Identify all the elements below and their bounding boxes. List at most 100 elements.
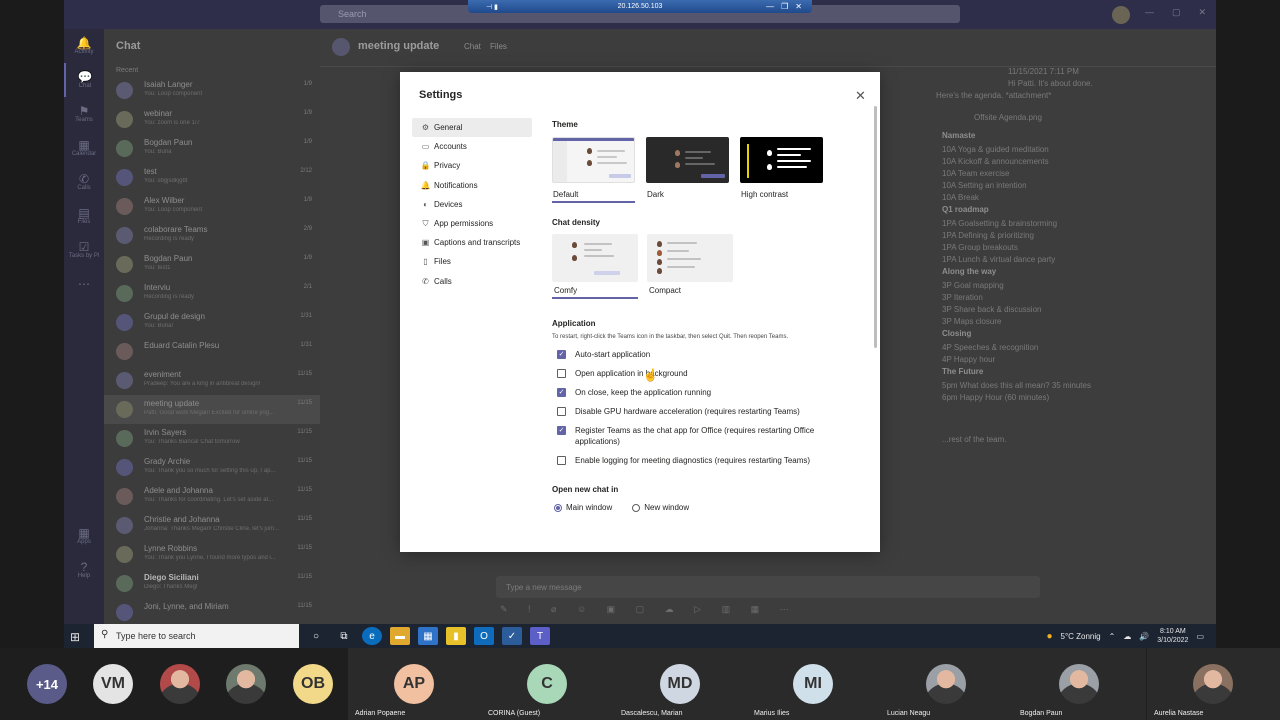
checkbox-checked[interactable]: ✓ — [557, 388, 566, 397]
tab-files[interactable]: Files — [490, 42, 507, 51]
sticky-notes-icon[interactable]: ▮ — [446, 627, 466, 645]
chat-list-item[interactable]: Eduard Catalin Plesu 1/31 — [104, 337, 320, 366]
chat-list-item[interactable]: Bogdan Paun You: Buna 1/9 — [104, 134, 320, 163]
chat-list-item[interactable]: webinar You: zoom is one 1/7 1/9 — [104, 105, 320, 134]
participant-tile[interactable]: MI Marius Ilies — [747, 648, 880, 720]
rail-item[interactable]: ✆ Calls — [64, 165, 104, 199]
chat-list-item[interactable]: Lynne Robbins You: Thank you Lynne, I fou… — [104, 540, 320, 569]
participant-avatar[interactable]: OB — [293, 664, 333, 704]
checkbox[interactable] — [557, 456, 566, 465]
settings-nav-item[interactable]: ▣ Captions and transcripts — [412, 233, 532, 252]
radio-main-window[interactable]: Main window — [552, 503, 612, 512]
theme-option-dark[interactable]: Dark — [646, 137, 729, 203]
participant-tile[interactable]: Aurelia Nastase — [1147, 648, 1280, 720]
taskbar-search-input[interactable]: ⚲ Type here to search — [94, 624, 299, 648]
participant-tile[interactable]: MD Dascalescu, Marian — [614, 648, 747, 720]
rail-item[interactable]: ? Help — [64, 553, 104, 587]
chat-list-item[interactable]: Christie and Johanna Johanna: Thanks Mega… — [104, 511, 320, 540]
radio-new-window[interactable]: New window — [630, 503, 689, 512]
density-option-comfy[interactable]: Comfy — [552, 234, 638, 299]
application-option[interactable]: Open application in background — [552, 369, 852, 379]
volume-icon[interactable]: 🔊 — [1139, 632, 1149, 641]
participant-tile[interactable]: AP Adrian Popaene — [348, 648, 481, 720]
minimize-icon[interactable]: — — [1145, 7, 1154, 18]
settings-nav-item[interactable]: 🔔 Notifications — [412, 176, 532, 195]
rdp-minimize-icon[interactable]: — — [766, 2, 774, 11]
application-option[interactable]: ✓ Register Teams as the chat app for Offi… — [552, 426, 852, 447]
chat-list-item[interactable]: Isaiah Langer You: Loop component 1/9 — [104, 76, 320, 105]
edge-icon[interactable]: e — [362, 627, 382, 645]
notifications-icon[interactable]: ▭ — [1196, 632, 1204, 641]
rail-item[interactable]: ▦ Calendar — [64, 131, 104, 165]
task-view-icon[interactable]: ⧉ — [334, 627, 354, 645]
chat-list-item[interactable]: Alex Wilber You: Loop component 1/9 — [104, 192, 320, 221]
checkbox[interactable] — [557, 407, 566, 416]
teams-icon[interactable]: T — [530, 627, 550, 645]
settings-nav-item[interactable]: ⚙ General — [412, 118, 532, 138]
pin-icon[interactable]: ⊣ ▮ — [486, 3, 498, 11]
application-option[interactable]: ✓ On close, keep the application running — [552, 388, 852, 398]
windows-start-icon[interactable]: ⊞ — [70, 630, 80, 644]
chat-list-item[interactable]: colaborare Teams Recording is ready 2/9 — [104, 221, 320, 250]
tray-chevron-icon[interactable]: ⌃ — [1109, 632, 1116, 641]
chat-list-item[interactable]: Adele and Johanna You: Thanks for coordin… — [104, 482, 320, 511]
participant-tile[interactable]: Lucian Neagu — [880, 648, 1013, 720]
overflow-count-badge[interactable]: +14 — [27, 664, 67, 704]
settings-scrollbar[interactable] — [874, 106, 877, 348]
compose-box[interactable]: Type a new message — [496, 576, 1040, 598]
chat-list-item[interactable]: Irvin Sayers You: Thanks Bianca! Chat tom… — [104, 424, 320, 453]
close-icon[interactable]: ✕ — [1198, 7, 1206, 18]
todo-icon[interactable]: ✓ — [502, 627, 522, 645]
close-icon[interactable]: ✕ — [855, 88, 866, 104]
participant-avatar[interactable] — [160, 664, 200, 704]
settings-nav-item[interactable]: ✆ Calls — [412, 272, 532, 291]
rdp-restore-icon[interactable]: ❐ — [781, 2, 788, 11]
application-option[interactable]: Disable GPU hardware acceleration (requi… — [552, 407, 852, 417]
chat-list-item[interactable]: Joni, Lynne, and Miriam 11/15 — [104, 598, 320, 627]
checkbox-checked[interactable]: ✓ — [557, 426, 566, 435]
maximize-icon[interactable]: ▢ — [1172, 7, 1181, 18]
rail-item[interactable]: ⚑ Teams — [64, 97, 104, 131]
chat-list-item[interactable]: test You: sbgjsdkjgbt 2/12 — [104, 163, 320, 192]
rail-item[interactable]: 🔔 Activity — [64, 29, 104, 63]
profile-avatar[interactable] — [1112, 6, 1130, 24]
chat-list-item[interactable]: meeting update Patti: Good work Megan! Ex… — [104, 395, 320, 424]
checkbox-checked[interactable]: ✓ — [557, 350, 566, 359]
settings-nav-item[interactable]: ▭ Accounts — [412, 137, 532, 156]
settings-nav-item[interactable]: 🔒 Privacy — [412, 156, 532, 175]
file-explorer-icon[interactable]: ▬ — [390, 627, 410, 645]
rail-item[interactable]: ⋯ — [64, 267, 104, 301]
settings-nav-item[interactable]: ◐ Devices — [412, 195, 532, 214]
settings-nav-item[interactable]: ⛉ App permissions — [412, 214, 532, 233]
application-option[interactable]: Enable logging for meeting diagnostics (… — [552, 456, 852, 466]
chat-list-item[interactable]: Bogdan Paun You: test1 1/9 — [104, 250, 320, 279]
density-option-compact[interactable]: Compact — [647, 234, 733, 299]
weather-text[interactable]: 5°C Zonnig — [1061, 632, 1101, 641]
rail-item[interactable]: ▤ Files — [64, 199, 104, 233]
settings-nav-item[interactable]: ▯ Files — [412, 252, 532, 271]
theme-option-high-contrast[interactable]: High contrast — [740, 137, 823, 203]
chat-list-item[interactable]: Diego Siciliani Diego: Thanks Meg! 11/15 — [104, 569, 320, 598]
participant-tile[interactable]: C CORINA (Guest) — [481, 648, 614, 720]
rail-item[interactable]: 💬 Chat — [64, 63, 104, 97]
network-icon[interactable]: ☁ — [1123, 632, 1131, 641]
application-option[interactable]: ✓ Auto-start application — [552, 350, 852, 360]
participant-tile[interactable]: Bogdan Paun — [1013, 648, 1146, 720]
chat-list-item[interactable]: Interviu Recording is ready 2/1 — [104, 279, 320, 308]
store-icon[interactable]: ▦ — [418, 627, 438, 645]
chat-list-item[interactable]: Grupul de design You: Buna! 1/31 — [104, 308, 320, 337]
participant-avatar[interactable]: VM — [93, 664, 133, 704]
rdp-close-icon[interactable]: ✕ — [795, 2, 802, 11]
rail-icon: ⚑ — [78, 104, 90, 118]
chat-list-item[interactable]: eveniment Pradeep: You are a king in anti… — [104, 366, 320, 395]
taskbar-clock[interactable]: 8:10 AM 3/10/2022 — [1157, 627, 1188, 645]
chat-list-item[interactable]: Grady Archie You: Thank you so much for s… — [104, 453, 320, 482]
theme-option-default[interactable]: Default — [552, 137, 635, 203]
rail-item[interactable]: ▦ Apps — [64, 519, 104, 553]
outlook-icon[interactable]: O — [474, 627, 494, 645]
tab-chat[interactable]: Chat — [464, 42, 481, 51]
participant-avatar[interactable] — [226, 664, 266, 704]
checkbox[interactable] — [557, 369, 566, 378]
cortana-icon[interactable]: ○ — [306, 627, 326, 645]
rail-item[interactable]: ☑ Tasks by Pl — [64, 233, 104, 267]
